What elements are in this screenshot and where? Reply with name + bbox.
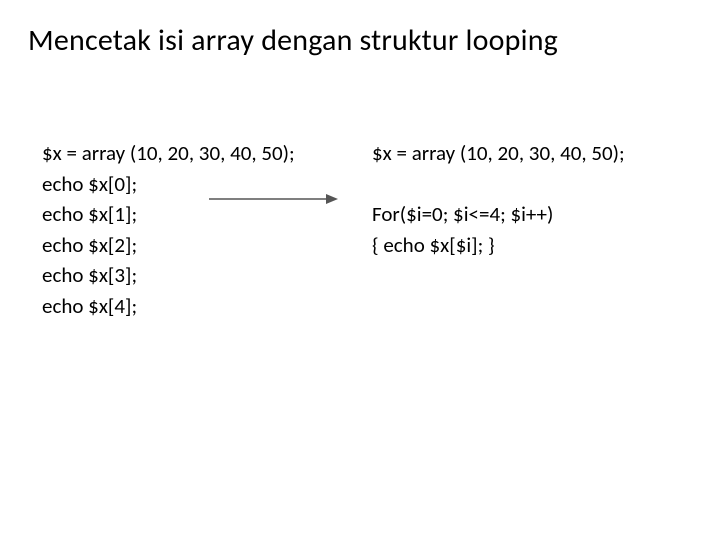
code-line: For($i=0; $i<=4; $i++) — [372, 201, 553, 227]
code-line: { echo $x[$i]; } — [372, 232, 495, 258]
code-line: $x = array (10, 20, 30, 40, 50); — [372, 140, 625, 166]
slide-body: $x = array (10, 20, 30, 40, 50); echo $x… — [42, 108, 688, 352]
code-column-left: $x = array (10, 20, 30, 40, 50); echo $x… — [42, 108, 372, 352]
code-line: $x = array (10, 20, 30, 40, 50); — [42, 140, 295, 166]
code-line: echo $x[2]; — [42, 232, 137, 258]
code-line: echo $x[4]; — [42, 293, 137, 319]
code-line: echo $x[1]; — [42, 201, 137, 227]
slide-title: Mencetak isi array dengan struktur loopi… — [28, 22, 692, 59]
code-line: echo $x[3]; — [42, 262, 137, 288]
code-column-right: $x = array (10, 20, 30, 40, 50); For($i=… — [372, 108, 688, 352]
code-line: echo $x[0]; — [42, 171, 137, 197]
slide: Mencetak isi array dengan struktur loopi… — [0, 0, 720, 540]
